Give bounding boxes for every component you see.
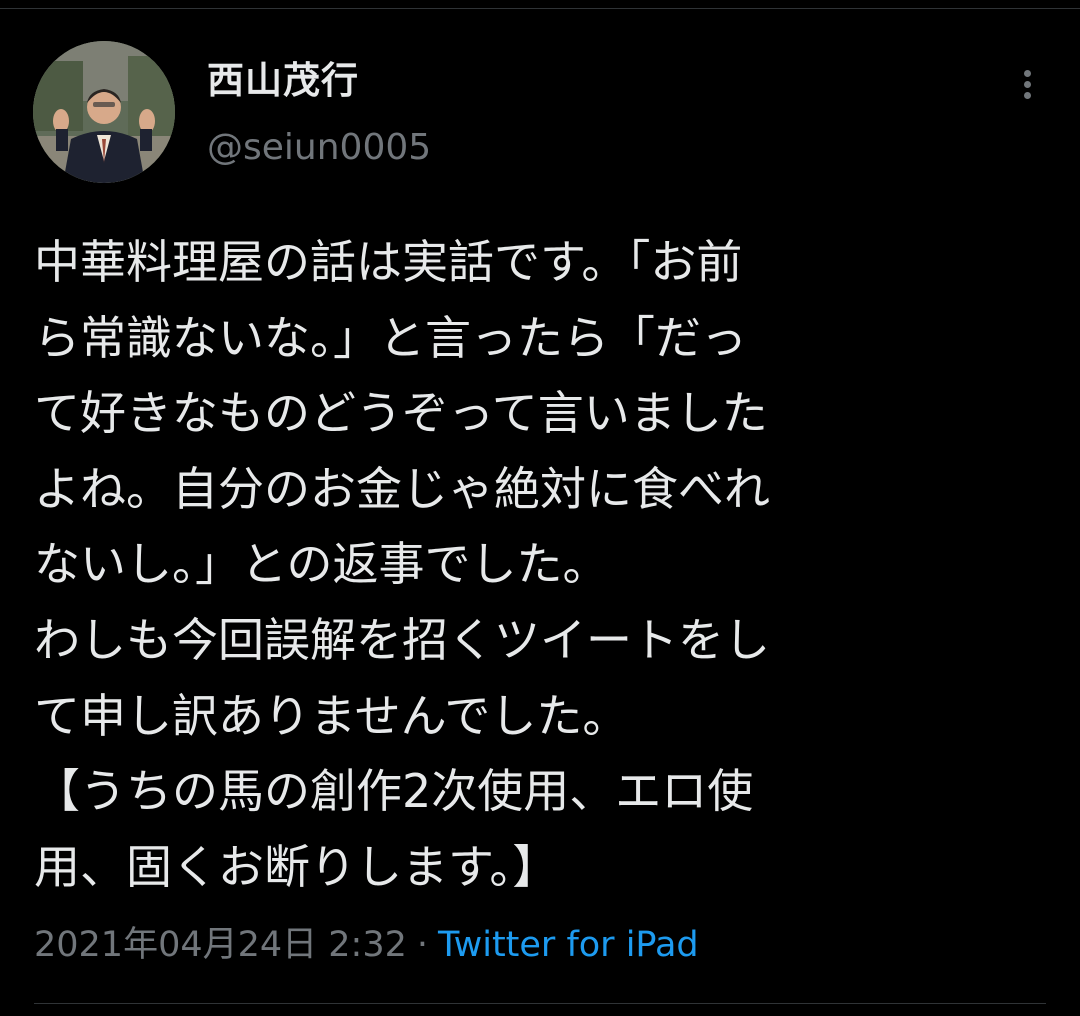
tweet-text-line: て申し訳ありませんでした。 xyxy=(34,688,629,743)
tweet-detail: 西山茂行 @seiun0005 中華料理屋の話は実話です。「お前 ら常識ないな。… xyxy=(0,0,1080,1016)
tweet-text-line: 用、固くお断りします。】 xyxy=(34,839,559,894)
tweet-text-line: 【うちの馬の創作2次使用、エロ使 xyxy=(34,764,754,819)
bottom-divider xyxy=(34,1003,1046,1004)
tweet-text: 中華料理屋の話は実話です。「お前 ら常識ないな。」と言ったら「だっ て好きなもの… xyxy=(34,225,1054,905)
more-vertical-icon xyxy=(1023,69,1031,99)
avatar-photo xyxy=(33,41,175,183)
tweet-text-line: て好きなものどうぞって言いました xyxy=(34,386,768,441)
tweet-text-line: 中華料理屋の話は実話です。「お前 xyxy=(34,235,743,289)
tweet-meta: 2021年04月24日 2:32 · Twitter for iPad xyxy=(34,920,699,970)
tweet-timestamp[interactable]: 2021年04月24日 2:32 xyxy=(34,925,407,965)
more-options-button[interactable] xyxy=(1005,62,1049,106)
tweet-text-line: ないし。」との返事でした。 xyxy=(34,537,609,592)
avatar[interactable] xyxy=(33,41,175,183)
tweet-text-line: ら常識ないな。」と言ったら「だっ xyxy=(34,310,747,365)
author-handle[interactable]: @seiun0005 xyxy=(207,123,431,173)
meta-separator: · xyxy=(416,925,429,965)
author-display-name[interactable]: 西山茂行 xyxy=(207,56,359,106)
tweet-text-line: よね。自分のお金じゃ絶対に食べれ xyxy=(34,461,770,516)
tweet-text-line: わしも今回誤解を招くツイートをし xyxy=(34,612,770,667)
tweet-source-link[interactable]: Twitter for iPad xyxy=(438,925,699,965)
